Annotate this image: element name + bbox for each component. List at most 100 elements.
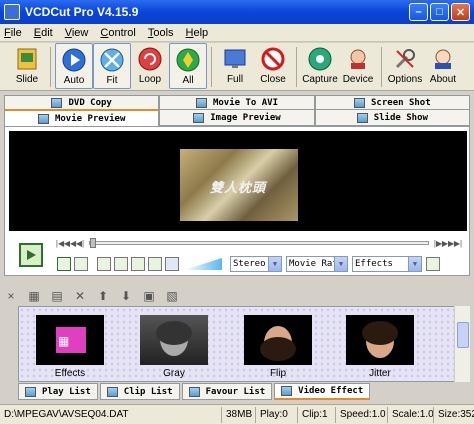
- tab-play-list[interactable]: Play List: [18, 383, 98, 400]
- properties-icon[interactable]: ▣: [142, 289, 156, 303]
- thumb-effects[interactable]: ▦ Effects: [35, 315, 105, 379]
- minimize-button[interactable]: –: [409, 3, 428, 21]
- tabs-bottom-row: Play List Clip List Favour List Video Ef…: [18, 383, 458, 400]
- clip-icon[interactable]: [114, 257, 128, 271]
- video-overlay-text: 雙人枕頭: [210, 180, 267, 195]
- slide-icon: [14, 46, 40, 72]
- thumb-flip[interactable]: Flip: [243, 315, 313, 379]
- volume-slider[interactable]: [184, 258, 222, 270]
- pin-icon[interactable]: ×: [4, 289, 18, 303]
- status-scale: Scale:1.0: [388, 406, 434, 423]
- jitter-preview: [346, 315, 414, 365]
- status-speed: Speed:1.0: [336, 406, 388, 423]
- playback-controls: Stereo ▼ Movie Rat ▼ Effects ▼: [57, 255, 467, 273]
- tab-screen-shot[interactable]: Screen Shot: [314, 95, 470, 109]
- status-dimensions: Size:352: [438, 409, 474, 420]
- audio-channel-select[interactable]: Stereo ▼: [230, 256, 282, 272]
- move-up-icon[interactable]: ⬆: [96, 289, 110, 303]
- tab-clip-list[interactable]: Clip List: [99, 383, 180, 400]
- snapshot-icon[interactable]: [97, 257, 111, 271]
- about-button[interactable]: About: [424, 43, 462, 89]
- tabs-top-row: DVD Copy Movie To AVI Screen Shot: [4, 95, 470, 109]
- all-icon: [175, 47, 201, 73]
- window-title: VCDCut Pro V4.15.9: [25, 5, 139, 19]
- close-window-button[interactable]: ✕: [451, 3, 470, 21]
- title-bar: VCDCut Pro V4.15.9 – □ ✕: [0, 0, 474, 24]
- auto-button[interactable]: Auto: [55, 43, 93, 89]
- effects-select[interactable]: Effects ▼: [352, 256, 422, 272]
- export-icon[interactable]: [148, 257, 162, 271]
- device-button[interactable]: Device: [339, 43, 377, 89]
- app-icon: [4, 4, 20, 20]
- tab-dvd-copy[interactable]: DVD Copy: [4, 95, 160, 109]
- tab-video-effect[interactable]: Video Effect: [274, 383, 371, 400]
- movie-preview-panel: 雙人枕頭 |◀ ◀◀ ◀| |▶ ▶▶ ▶| Stereo ▼ Movie Rat…: [4, 126, 470, 276]
- options-button[interactable]: Options: [386, 43, 424, 89]
- video-frame-image: 雙人枕頭: [180, 149, 298, 221]
- favourite-icon: [188, 386, 200, 397]
- mark-out-button[interactable]: [74, 257, 88, 271]
- add-icon[interactable]: ▦: [27, 289, 41, 303]
- effect-apply-button[interactable]: [426, 257, 440, 271]
- cliplist-icon: [106, 386, 118, 397]
- full-screen-icon: [222, 46, 248, 72]
- close-file-button[interactable]: Close: [254, 43, 292, 89]
- chevron-down-icon: ▼: [268, 257, 281, 271]
- speaker-icon[interactable]: [165, 257, 179, 271]
- slide-button[interactable]: Slide: [8, 43, 46, 89]
- menu-view[interactable]: View: [65, 27, 89, 39]
- menu-help[interactable]: Help: [186, 27, 209, 39]
- playlist-icon: [25, 386, 36, 397]
- capture-button[interactable]: Capture: [301, 43, 339, 89]
- image-icon: [193, 112, 205, 123]
- loop-button[interactable]: Loop: [131, 43, 169, 89]
- grid-icon[interactable]: ▤: [50, 289, 64, 303]
- fit-icon: [99, 47, 125, 73]
- seek-bar: |◀ ◀◀ ◀| |▶ ▶▶ ▶|: [55, 237, 463, 249]
- thumb-scrollbar[interactable]: [454, 306, 470, 382]
- mark-in-button[interactable]: [57, 257, 71, 271]
- status-bar: D:\MPEGAV\AVSEQ04.DAT 38MB Play:0 Clip:1…: [0, 404, 474, 424]
- last-frame-icon[interactable]: ▶|: [453, 238, 463, 248]
- seek-thumb[interactable]: [90, 238, 96, 248]
- menu-edit[interactable]: Edit: [34, 27, 53, 39]
- full-button[interactable]: Full: [216, 43, 254, 89]
- auto-icon: [61, 47, 87, 73]
- menu-bar: File Edit View Control Tools Help: [0, 24, 474, 42]
- tab-favour-list[interactable]: Favour List: [181, 383, 273, 400]
- options-icon: [392, 46, 418, 72]
- maximize-button[interactable]: □: [430, 3, 449, 21]
- menu-file[interactable]: File: [4, 27, 22, 39]
- scroll-thumb[interactable]: [457, 322, 469, 348]
- menu-tools[interactable]: Tools: [148, 27, 174, 39]
- tab-slide-show[interactable]: Slide Show: [314, 109, 470, 126]
- all-button[interactable]: All: [169, 43, 207, 89]
- step-back-icon[interactable]: ◀|: [75, 238, 85, 248]
- movie-rate-select[interactable]: Movie Rat ▼: [286, 256, 348, 272]
- gray-preview: [140, 315, 208, 365]
- tab-movie-preview[interactable]: Movie Preview: [4, 109, 160, 126]
- svg-text:▦: ▦: [58, 334, 69, 348]
- menu-control[interactable]: Control: [100, 27, 135, 39]
- fit-button[interactable]: Fit: [93, 43, 131, 89]
- seek-track[interactable]: [89, 238, 429, 248]
- thumb-jitter[interactable]: Jitter: [345, 315, 415, 379]
- fast-forward-icon[interactable]: ▶▶: [442, 238, 454, 248]
- movie-icon: [37, 113, 49, 124]
- move-down-icon[interactable]: ⬇: [119, 289, 133, 303]
- filmstrip-icon[interactable]: [131, 257, 145, 271]
- rewind-icon[interactable]: ◀◀: [64, 238, 76, 248]
- play-button[interactable]: [19, 243, 43, 267]
- tab-movie-to-avi[interactable]: Movie To AVI: [159, 95, 315, 109]
- video-display[interactable]: 雙人枕頭: [9, 131, 467, 231]
- capture-icon: [307, 46, 333, 72]
- tab-image-preview[interactable]: Image Preview: [159, 109, 315, 126]
- main-toolbar: Slide Auto Fit Loop All Full Close Captu…: [0, 43, 474, 91]
- import-icon[interactable]: ▧: [165, 289, 179, 303]
- delete-icon[interactable]: ✕: [73, 289, 87, 303]
- thumb-gray[interactable]: Gray: [139, 315, 209, 379]
- device-icon: [345, 46, 371, 72]
- tabs-preview-row: Movie Preview Image Preview Slide Show: [4, 109, 470, 126]
- screenshot-icon: [354, 97, 366, 108]
- status-play: Play:0: [256, 406, 298, 423]
